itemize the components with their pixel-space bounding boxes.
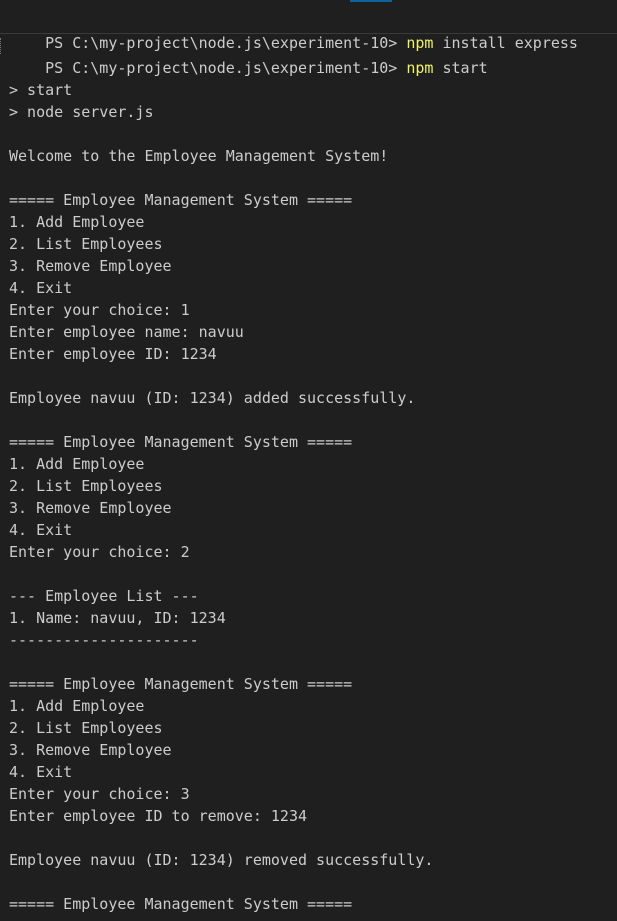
- output-line: Enter your choice: 3: [9, 785, 190, 803]
- prompt-line-1: PS C:\my-project\node.js\experiment-10> …: [9, 10, 578, 52]
- output-line: ===== Employee Management System =====: [9, 895, 353, 913]
- prompt-path: PS C:\my-project\node.js\experiment-10>: [45, 59, 407, 77]
- output-line: Enter your choice: 2: [9, 543, 190, 561]
- output-line: Enter employee name: navuu: [9, 323, 244, 341]
- output-line: 4. Exit: [9, 521, 73, 539]
- output-line: Enter employee ID to remove: 1234: [9, 807, 308, 825]
- output-line: 1. Add Employee: [9, 213, 145, 231]
- output-line: 4. Exit: [9, 279, 73, 297]
- output-line: Employee navuu (ID: 1234) removed succes…: [9, 851, 434, 869]
- command-name: npm: [406, 59, 434, 77]
- output-line: 3. Remove Employee: [9, 741, 172, 759]
- active-tab-indicator: [350, 0, 392, 2]
- output-line: ---------------------: [9, 631, 199, 649]
- output-line: 3. Remove Employee: [9, 257, 172, 275]
- output-line: 3. Remove Employee: [9, 499, 172, 517]
- terminal-panel[interactable]: PS C:\my-project\node.js\experiment-10> …: [0, 0, 617, 921]
- output-line: Enter your choice: 1: [9, 301, 190, 319]
- output-line: 1. Name: navuu, ID: 1234: [9, 609, 226, 627]
- output-line: 1. Add Employee: [9, 697, 145, 715]
- output-line: --- Employee List ---: [9, 587, 199, 605]
- output-line: ===== Employee Management System =====: [9, 191, 353, 209]
- output-line: 1. Add Employee: [9, 455, 145, 473]
- output-line: Enter employee ID: 1234: [9, 345, 217, 363]
- output-line: ===== Employee Management System =====: [9, 433, 353, 451]
- output-line: > node server.js: [9, 103, 154, 121]
- output-line: 2. List Employees: [9, 477, 163, 495]
- command-separator: [0, 33, 617, 34]
- output-line: Employee navuu (ID: 1234) added successf…: [9, 389, 416, 407]
- output-line: 2. List Employees: [9, 719, 163, 737]
- command-decoration-icon[interactable]: [0, 38, 5, 54]
- output-line: 2. List Employees: [9, 235, 163, 253]
- prompt-line-2: PS C:\my-project\node.js\experiment-10> …: [0, 35, 488, 77]
- output-line: Welcome to the Employee Management Syste…: [9, 147, 389, 165]
- command-args: start: [433, 59, 488, 77]
- output-line: 4. Exit: [9, 763, 73, 781]
- output-line: > start: [9, 81, 73, 99]
- output-line: ===== Employee Management System =====: [9, 675, 353, 693]
